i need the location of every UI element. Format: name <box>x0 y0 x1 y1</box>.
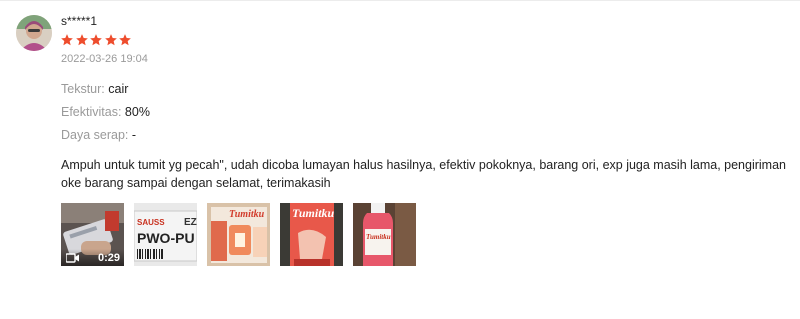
product-review: s*****1 2022-03-26 19:04 Tekstur: cair E… <box>0 0 800 319</box>
svg-text:Tumitku: Tumitku <box>292 206 335 220</box>
svg-text:PWO-PU: PWO-PU <box>137 230 195 246</box>
star-icon <box>90 34 103 46</box>
star-icon <box>119 34 132 46</box>
attribute-value: 80% <box>124 105 150 119</box>
video-duration: 0:29 <box>97 252 120 264</box>
review-image-thumbnail[interactable]: Tumitku <box>353 203 416 266</box>
review-date: 2022-03-26 19:04 <box>61 53 148 65</box>
review-media-list: 0:29 SAUSS EZ PWO-PU Tumitku Tumitku Tum… <box>61 203 426 266</box>
svg-text:SAUSS: SAUSS <box>137 218 165 227</box>
avatar[interactable] <box>16 15 52 51</box>
star-icon <box>104 34 117 46</box>
attribute-texture: Tekstur: cair <box>61 82 128 96</box>
review-image-thumbnail[interactable]: Tumitku <box>207 203 270 266</box>
video-camera-icon <box>66 253 79 263</box>
attribute-absorption: Daya serap: - <box>61 128 136 142</box>
attribute-label: Efektivitas: <box>61 105 122 119</box>
svg-text:Tumitku: Tumitku <box>229 209 265 220</box>
attribute-effectiveness: Efektivitas: 80% <box>61 105 150 119</box>
star-icon <box>75 34 88 46</box>
rating-stars <box>60 33 133 47</box>
review-image-thumbnail[interactable]: Tumitku <box>280 203 343 266</box>
attribute-value: - <box>131 128 137 142</box>
svg-text:EZ: EZ <box>184 217 197 228</box>
attribute-value: cair <box>108 82 129 96</box>
attribute-label: Daya serap: <box>61 128 129 142</box>
reviewer-name: s*****1 <box>61 14 98 28</box>
review-comment: Ampuh untuk tumit yg pecah", udah dicoba… <box>61 158 786 190</box>
review-image-thumbnail[interactable]: SAUSS EZ PWO-PU <box>134 203 197 266</box>
attribute-label: Tekstur: <box>61 82 105 96</box>
review-video-thumbnail[interactable]: 0:29 <box>61 203 124 266</box>
svg-text:Tumitku: Tumitku <box>366 233 391 241</box>
star-icon <box>61 34 73 46</box>
